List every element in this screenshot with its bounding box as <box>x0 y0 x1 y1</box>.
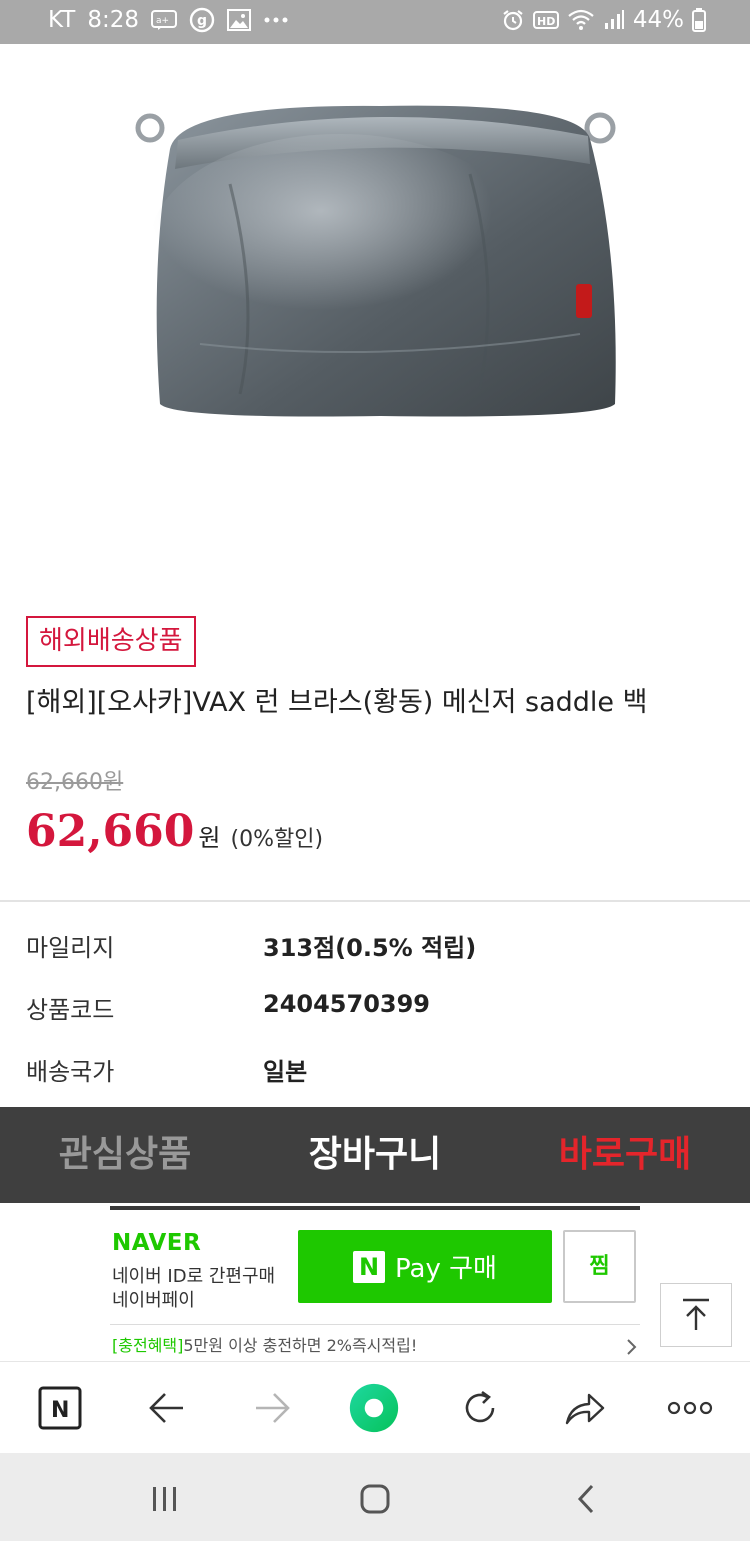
signal-icon <box>603 9 625 31</box>
naver-logo: NAVER <box>112 1230 202 1256</box>
svg-text:a+: a+ <box>156 16 169 26</box>
system-navigation-bar <box>0 1453 750 1541</box>
time-label: 8:28 <box>87 7 140 33</box>
purchase-action-bar: 관심상품 장바구니 바로구매 <box>0 1107 750 1203</box>
naver-pay-name: 네이버페이 <box>112 1290 195 1311</box>
product-image[interactable] <box>0 44 750 604</box>
hd-icon: HD <box>532 10 559 30</box>
detail-row-product-code: 상품코드 2404570399 <box>26 990 726 1030</box>
promo-text: 5만원 이상 충전하면 2%즉시적립! <box>183 1336 418 1355</box>
refresh-icon[interactable] <box>454 1382 506 1434</box>
detail-row-shipping-country: 배송국가 일본 <box>26 1052 726 1092</box>
recent-apps-icon[interactable] <box>143 1477 187 1521</box>
buy-now-button[interactable]: 바로구매 <box>500 1107 750 1203</box>
gallery-icon <box>227 9 252 31</box>
back-arrow-icon[interactable] <box>141 1382 193 1434</box>
home-icon[interactable] <box>353 1477 397 1521</box>
detail-value: 일본 <box>263 1058 308 1086</box>
detail-label: 상품코드 <box>26 996 115 1024</box>
naver-home-icon[interactable]: N <box>34 1382 86 1434</box>
battery-icon <box>692 8 706 32</box>
forward-arrow-icon[interactable] <box>246 1382 298 1434</box>
svg-text:g: g <box>197 13 207 29</box>
discount-rate: (0%할인) <box>230 827 324 852</box>
more-dots-icon <box>263 16 289 24</box>
more-icon[interactable] <box>664 1382 716 1434</box>
detail-value: 313점(0.5% 적립) <box>263 934 477 962</box>
wifi-icon <box>567 9 595 31</box>
alarm-icon <box>501 8 525 32</box>
naver-pay-divider <box>110 1324 640 1325</box>
naver-pay-promo[interactable]: [충전혜택]5만원 이상 충전하면 2%즉시적립! <box>112 1332 417 1356</box>
overseas-shipping-badge: 해외배송상품 <box>26 616 196 667</box>
add-to-cart-button[interactable]: 장바구니 <box>250 1107 500 1203</box>
chevron-right-icon[interactable] <box>626 1338 638 1360</box>
original-price: 62,660원 <box>26 770 124 795</box>
section-divider <box>0 900 750 902</box>
svg-text:N: N <box>51 1398 69 1423</box>
naver-zzim-button[interactable]: 찜 <box>563 1230 636 1303</box>
naver-n-icon: N <box>353 1250 386 1283</box>
detail-row-mileage: 마일리지 313점(0.5% 적립) <box>26 928 726 968</box>
product-title: [해외][오사카]VAX 런 브라스(황동) 메신저 saddle 백 <box>26 687 648 718</box>
naver-pay-buy-button[interactable]: N Pay 구매 <box>298 1230 552 1303</box>
browser-toolbar: N <box>0 1361 750 1453</box>
status-bar: KT 8:28 a+ g HD 44% <box>0 0 750 44</box>
arrow-up-to-top-icon <box>683 1298 709 1330</box>
naver-pay-subtitle: 네이버 ID로 간편구매 <box>112 1266 276 1287</box>
detail-label: 배송국가 <box>26 1058 115 1086</box>
sale-price-row: 62,660 원 (0%할인) <box>26 806 323 857</box>
message-icon: a+ <box>151 9 178 31</box>
back-icon[interactable] <box>564 1477 608 1521</box>
sale-price: 62,660 <box>26 806 195 857</box>
detail-label: 마일리지 <box>26 934 115 962</box>
naver-pay-section: NAVER 네이버 ID로 간편구매 네이버페이 N Pay 구매 찜 [충전혜… <box>110 1206 640 1358</box>
promo-highlight: [충전혜택] <box>112 1336 184 1355</box>
green-dot-icon[interactable] <box>348 1382 400 1434</box>
sale-price-unit: 원 <box>198 824 221 852</box>
detail-value: 2404570399 <box>263 990 430 1018</box>
share-icon[interactable] <box>559 1382 611 1434</box>
wishlist-button[interactable]: 관심상품 <box>0 1107 250 1203</box>
naver-pay-top-border <box>110 1206 640 1210</box>
g-icon: g <box>189 7 215 33</box>
carrier-label: KT <box>48 7 76 33</box>
svg-text:HD: HD <box>537 15 555 28</box>
scroll-to-top-button[interactable] <box>660 1283 732 1347</box>
naver-pay-buy-label: Pay 구매 <box>395 1254 497 1284</box>
battery-percent: 44% <box>632 7 684 33</box>
